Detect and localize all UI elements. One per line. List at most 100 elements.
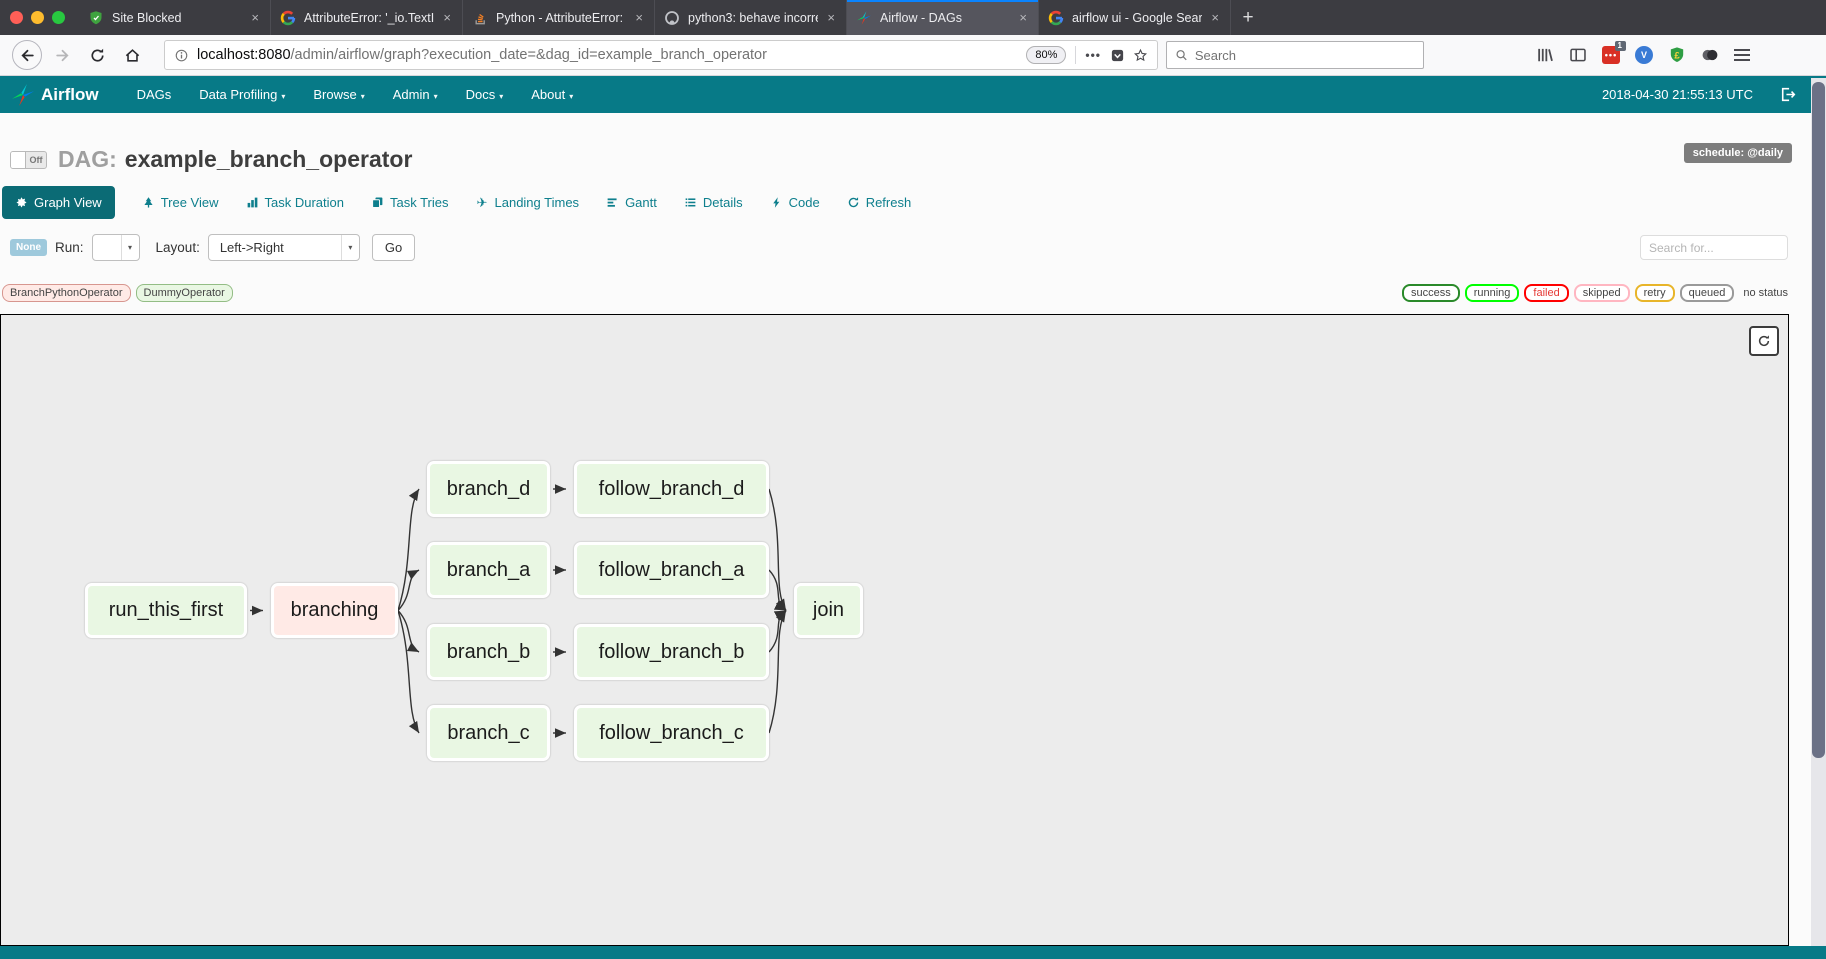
page-actions-button[interactable]: ••• [1085, 48, 1101, 62]
task-node-follow_branch_d[interactable]: follow_branch_d [574, 461, 769, 517]
extension-blue-icon[interactable]: V [1635, 46, 1653, 64]
window-zoom-button[interactable] [52, 11, 65, 24]
status-label-no-status: no status [1743, 287, 1788, 299]
brand-title[interactable]: Airflow [41, 85, 99, 105]
browser-tab-python3-behave-incorrectly-mo[interactable]: python3: behave incorrectly mo × [655, 0, 847, 35]
task-node-branch_c[interactable]: branch_c [427, 705, 550, 761]
logout-icon[interactable] [1779, 86, 1796, 103]
task-node-branching[interactable]: branching [271, 583, 398, 638]
dag-graph-canvas[interactable]: run_this_first branching branch_d follow_br… [0, 314, 1789, 946]
dag-pause-toggle[interactable]: Off [10, 151, 47, 169]
library-icon[interactable] [1536, 46, 1554, 64]
task-node-branch_a[interactable]: branch_a [427, 542, 550, 598]
back-icon [19, 47, 36, 64]
task-node-branch_d[interactable]: branch_d [427, 461, 550, 517]
task-node-follow_branch_a[interactable]: follow_branch_a [574, 542, 769, 598]
dag-page: Off DAG: example_branch_operator schedul… [0, 113, 1826, 959]
tab-close-icon[interactable]: × [1017, 10, 1029, 25]
sidebar-icon[interactable] [1569, 46, 1587, 64]
tab-title: python3: behave incorrectly mo [688, 11, 818, 25]
github-icon [664, 10, 680, 26]
tab-close-icon[interactable]: × [825, 10, 837, 25]
airflow-icon [856, 10, 872, 26]
search-icon [1175, 48, 1188, 62]
tab-title: Python - AttributeError: '_io.Te [496, 11, 626, 25]
reload-button[interactable] [82, 40, 112, 70]
task-node-join[interactable]: join [794, 583, 863, 638]
tab-strip: Site Blocked×AttributeError: '_io.TextIO… [79, 0, 1231, 35]
browser-tab-airflow-dags[interactable]: Airflow - DAGs× [847, 0, 1039, 35]
tab-refresh[interactable]: Refresh [847, 195, 912, 210]
back-button[interactable] [12, 40, 42, 70]
zoom-level-badge[interactable]: 80% [1026, 46, 1066, 64]
tab-gantt[interactable]: Gantt [606, 195, 657, 210]
tab-graph-view[interactable]: Graph View [2, 186, 115, 219]
status-badge-retry: retry [1635, 284, 1675, 302]
schedule-badge: schedule: @daily [1684, 143, 1792, 163]
google-icon [280, 10, 296, 26]
nav-item-dags[interactable]: DAGs [123, 87, 186, 102]
view-tab-label: Task Duration [265, 195, 344, 210]
tab-close-icon[interactable]: × [249, 10, 261, 25]
nav-item-admin[interactable]: Admin▾ [379, 87, 452, 102]
browser-tab-attributeerror-io-textiowrapp[interactable]: AttributeError: '_io.TextIOWrapp× [271, 0, 463, 35]
window-close-button[interactable] [10, 11, 23, 24]
dag-title-row: Off DAG: example_branch_operator [10, 146, 412, 173]
extension-green-icon[interactable]: £ [1668, 46, 1686, 64]
layout-select[interactable]: Left->Right▾ [208, 234, 360, 261]
nav-item-about[interactable]: About▾ [517, 87, 587, 102]
forward-icon [54, 47, 71, 64]
tab-code[interactable]: Code [770, 195, 820, 210]
browser-tab-airflow-ui-google-search[interactable]: airflow ui - Google Search× [1039, 0, 1231, 35]
bookmark-star-icon[interactable] [1133, 48, 1148, 63]
task-node-follow_branch_b[interactable]: follow_branch_b [574, 624, 769, 680]
tab-landing-times[interactable]: ✈Landing Times [476, 195, 580, 210]
graph-refresh-button[interactable] [1749, 326, 1779, 356]
tab-tree-view[interactable]: Tree View [142, 195, 219, 210]
task-node-run_this_first[interactable]: run_this_first [85, 583, 247, 638]
nav-item-browse[interactable]: Browse▾ [299, 87, 378, 102]
refresh-icon [1757, 334, 1771, 348]
tab-close-icon[interactable]: × [441, 10, 453, 25]
edge-follow_branch_c-to-join [769, 611, 786, 734]
go-button[interactable]: Go [372, 234, 415, 261]
view-tab-label: Landing Times [495, 195, 580, 210]
browser-tab-site-blocked[interactable]: Site Blocked × [79, 0, 271, 35]
view-tabs: Graph View Tree View Task Duration Task Tri… [2, 186, 911, 219]
search-input[interactable] [1195, 48, 1415, 63]
shield-down-icon[interactable] [1110, 48, 1125, 63]
tab-task-duration[interactable]: Task Duration [246, 195, 344, 210]
tab-details[interactable]: Details [684, 195, 743, 210]
caret-down-icon: ▾ [434, 92, 438, 101]
task-node-branch_b[interactable]: branch_b [427, 624, 550, 680]
home-button[interactable] [117, 40, 147, 70]
extension-ghost-icon[interactable] [1701, 46, 1719, 64]
tab-close-icon[interactable]: × [1209, 10, 1221, 25]
nav-item-data-profiling[interactable]: Data Profiling▾ [185, 87, 299, 102]
asterisk-icon [15, 196, 28, 209]
browser-search-box[interactable] [1166, 41, 1424, 69]
task-node-follow_branch_c[interactable]: follow_branch_c [574, 705, 769, 761]
tab-task-tries[interactable]: Task Tries [371, 195, 449, 210]
url-field[interactable]: localhost:8080/admin/airflow/graph?execu… [164, 40, 1158, 70]
menu-icon[interactable] [1734, 49, 1750, 61]
view-tab-label: Gantt [625, 195, 657, 210]
tab-close-icon[interactable]: × [633, 10, 645, 25]
scrollbar-thumb[interactable] [1812, 82, 1825, 758]
nav-item-docs[interactable]: Docs▾ [452, 87, 518, 102]
footer-bar [0, 946, 1826, 959]
forward-button[interactable] [47, 40, 77, 70]
browser-tab-python-attributeerror-io-te[interactable]: Python - AttributeError: '_io.Te × [463, 0, 655, 35]
tab-title: Site Blocked [112, 11, 242, 25]
run-select[interactable]: ▾ [92, 234, 140, 261]
run-state-badge: None [10, 239, 47, 256]
stackoverflow-icon [472, 10, 488, 26]
status-badge-queued: queued [1680, 284, 1735, 302]
operator-badge-branchpythonoperator: BranchPythonOperator [2, 284, 131, 302]
run-label: Run: [55, 240, 84, 255]
extension-red-icon[interactable]: •••1 [1602, 46, 1620, 64]
task-search-input[interactable] [1640, 235, 1788, 260]
window-minimize-button[interactable] [31, 11, 44, 24]
new-tab-button[interactable]: + [1231, 0, 1265, 35]
info-icon [174, 48, 189, 63]
